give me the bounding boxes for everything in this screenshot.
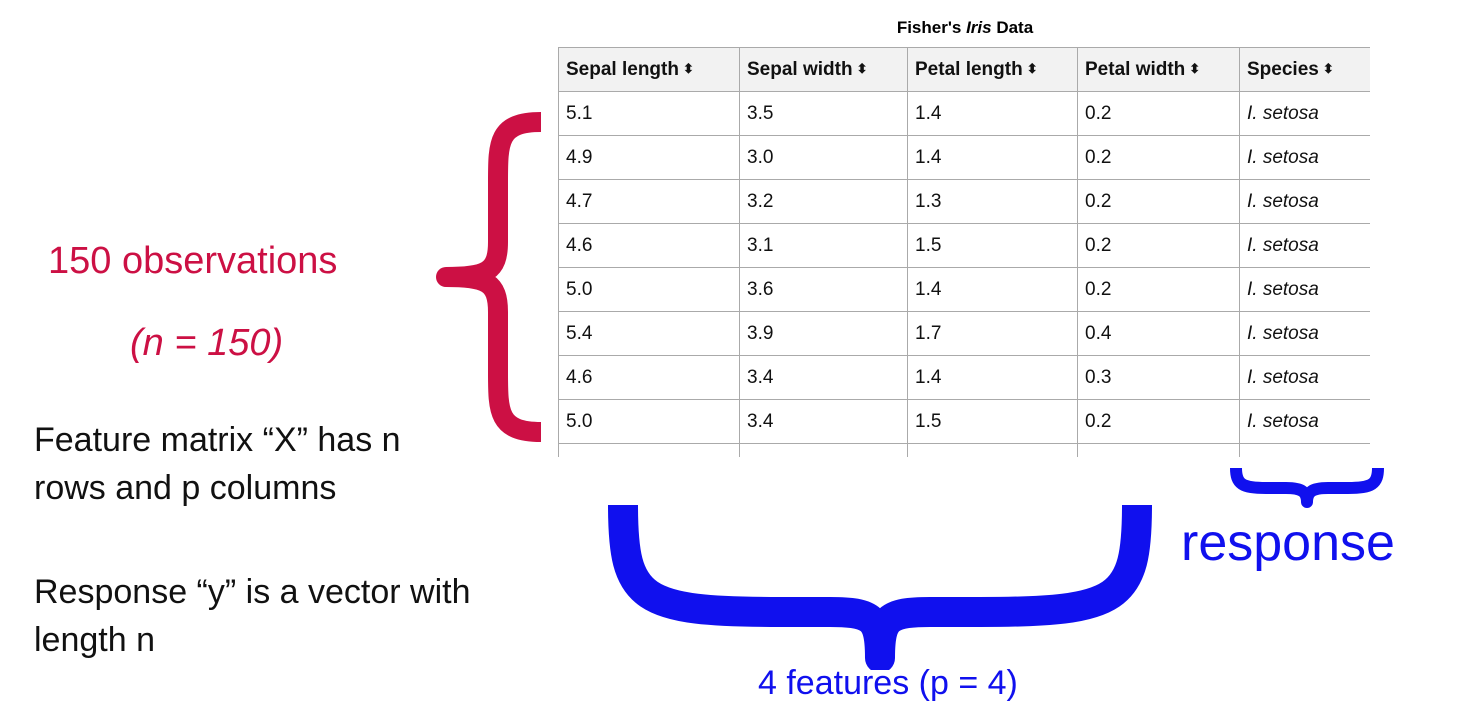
n-equals-label: (n = 150) [130,322,284,364]
table-cell-petal-length: 1.4 [907,355,1078,400]
table-body: 5.1 3.5 1.4 0.2 I. setosa 4.9 3.0 1.4 0.2 I. seto… [558,91,1370,457]
column-header-petal-width[interactable]: Petal width ⬍ [1077,47,1240,92]
response-vector-description: Response “y” is a vector with length n [34,573,471,659]
table-cell-species: I. setosa [1239,267,1370,312]
table-cell-sepal-length: 5.1 [558,91,740,136]
column-header-petal-length[interactable]: Petal length ⬍ [907,47,1078,92]
table-cell-empty [907,443,1078,457]
table-row: 5.1 3.5 1.4 0.2 I. setosa [558,91,1370,136]
table-cell-sepal-length: 4.7 [558,179,740,224]
table-title: Fisher's Iris Data [896,18,1034,37]
column-header-label: Petal length [915,58,1023,80]
table-row: 5.0 3.4 1.5 0.2 I. setosa [558,399,1370,444]
table-row: 4.6 3.1 1.5 0.2 I. setosa [558,223,1370,268]
sort-icon[interactable]: ⬍ [1323,61,1334,76]
table-cell-species: I. setosa [1239,355,1370,400]
table-cell-petal-width: 0.2 [1077,179,1240,224]
sort-icon[interactable]: ⬍ [1189,61,1200,76]
table-row: 5.0 3.6 1.4 0.2 I. setosa [558,267,1370,312]
table-cell-sepal-width: 3.6 [739,267,908,312]
table-cell-sepal-length: 5.0 [558,399,740,444]
table-cell-petal-width: 0.2 [1077,91,1240,136]
table-cell-petal-length: 1.5 [907,399,1078,444]
table-cell-empty [1077,443,1240,457]
observations-label: 150 observations [48,240,338,282]
table-cell-empty [558,443,740,457]
table-cell-species: I. setosa [1239,311,1370,356]
table-cell-petal-length: 1.4 [907,267,1078,312]
table-header-row: Sepal length ⬍ Sepal width ⬍ Petal length ⬍ Pe… [558,47,1370,92]
table-cell-petal-width: 0.2 [1077,267,1240,312]
table-cell-petal-length: 1.4 [907,91,1078,136]
sort-icon[interactable]: ⬍ [857,61,868,76]
table-cell-species: I. setosa [1239,135,1370,180]
table-cell-sepal-width: 3.0 [739,135,908,180]
table-cell-sepal-length: 5.0 [558,267,740,312]
table-cell-petal-width: 0.3 [1077,355,1240,400]
column-header-label: Petal width [1085,58,1186,80]
column-header-sepal-width[interactable]: Sepal width ⬍ [739,47,908,92]
table-row: 4.9 3.0 1.4 0.2 I. setosa [558,135,1370,180]
iris-table: Sepal length ⬍ Sepal width ⬍ Petal length ⬍ Pe… [558,47,1370,457]
response-brace-icon [1230,467,1384,508]
table-cell-sepal-width: 3.4 [739,399,908,444]
table-cell-species: I. setosa [1239,223,1370,268]
table-cell-species: I. setosa [1239,91,1370,136]
features-label: 4 features (p = 4) [758,664,1018,702]
column-header-label: Sepal length [566,58,679,80]
table-cell-sepal-width: 3.1 [739,223,908,268]
table-cell-sepal-width: 3.2 [739,179,908,224]
column-header-sepal-length[interactable]: Sepal length ⬍ [558,47,740,92]
table-cell-sepal-width: 3.5 [739,91,908,136]
table-cell-sepal-width: 3.4 [739,355,908,400]
table-cell-petal-length: 1.5 [907,223,1078,268]
table-row: 4.6 3.4 1.4 0.3 I. setosa [558,355,1370,400]
features-brace-icon [608,504,1152,670]
table-cell-sepal-length: 4.9 [558,135,740,180]
table-row: 4.7 3.2 1.3 0.2 I. setosa [558,179,1370,224]
sort-icon[interactable]: ⬍ [683,61,694,76]
column-header-label: Sepal width [747,58,853,80]
observations-brace-icon [436,112,542,442]
table-cell-sepal-length: 5.4 [558,311,740,356]
table-row-cutoff [558,443,1370,457]
table-cell-sepal-length: 4.6 [558,355,740,400]
feature-matrix-description: Feature matrix “X” has n rows and p colu… [34,421,401,507]
response-label: response [1181,514,1395,572]
table-cell-petal-width: 0.2 [1077,135,1240,180]
table-cell-species: I. setosa [1239,399,1370,444]
column-header-species[interactable]: Species ⬍ [1239,47,1370,92]
table-row: 5.4 3.9 1.7 0.4 I. setosa [558,311,1370,356]
table-cell-sepal-length: 4.6 [558,223,740,268]
table-cell-petal-width: 0.2 [1077,223,1240,268]
table-cell-empty [1239,443,1370,457]
table-cell-petal-width: 0.2 [1077,399,1240,444]
table-cell-species: I. setosa [1239,179,1370,224]
sort-icon[interactable]: ⬍ [1027,61,1038,76]
table-cell-sepal-width: 3.9 [739,311,908,356]
table-cell-petal-width: 0.4 [1077,311,1240,356]
table-cell-empty [739,443,908,457]
column-header-label: Species [1247,58,1319,80]
table-cell-petal-length: 1.7 [907,311,1078,356]
table-cell-petal-length: 1.3 [907,179,1078,224]
table-cell-petal-length: 1.4 [907,135,1078,180]
